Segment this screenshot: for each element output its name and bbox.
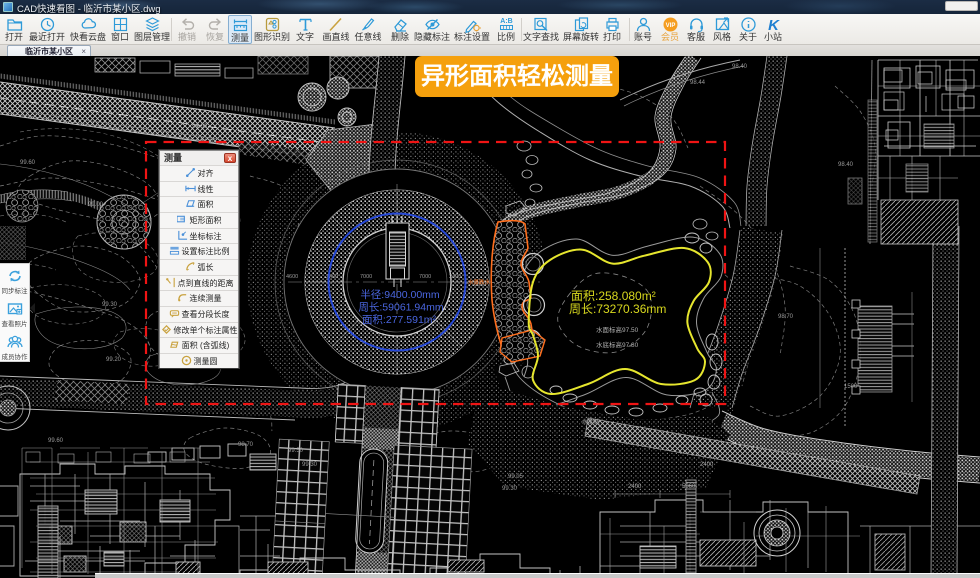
svg-text:水底标高97.80: 水底标高97.80 [596,340,639,349]
svg-text:周长:59061.94mm: 周长:59061.94mm [358,302,443,314]
svg-text:99.50: 99.50 [288,448,304,454]
svg-text:2400: 2400 [700,462,714,468]
svg-text:99.05: 99.05 [508,474,524,480]
svg-text:98.70: 98.70 [238,442,254,448]
svg-text:7000: 7000 [360,274,372,280]
svg-text:水面标高97.50: 水面标高97.50 [596,325,639,334]
svg-text:2400: 2400 [449,274,461,280]
svg-text:98.44: 98.44 [690,80,706,86]
svg-text:98.70: 98.70 [778,314,794,320]
svg-text:94.00: 94.00 [192,124,208,130]
svg-text:面积:277.591m²: 面积:277.591m² [362,314,437,326]
svg-text:98.40: 98.40 [838,162,854,168]
svg-text:4600: 4600 [286,274,298,280]
svg-text:水景跌水: 水景跌水 [468,278,491,286]
svg-text:1500: 1500 [844,384,858,390]
svg-text:面积:258.080m²: 面积:258.080m² [571,289,656,303]
svg-text:99.30: 99.30 [502,486,518,492]
svg-text:98.40: 98.40 [732,64,748,70]
svg-text:周长:73270.36mm: 周长:73270.36mm [569,302,666,316]
svg-text:VIP: VIP [665,23,675,29]
svg-text:99.00: 99.00 [88,202,104,208]
svg-text:A:B: A:B [500,18,512,25]
svg-text:99.60: 99.60 [48,438,64,444]
svg-text:99.30: 99.30 [102,302,118,308]
svg-text:5060: 5060 [682,484,696,490]
svg-text:2400: 2400 [628,484,642,490]
svg-text:99.20: 99.20 [106,357,122,363]
svg-text:99.60: 99.60 [20,160,36,166]
svg-text:99.30: 99.30 [302,462,318,468]
svg-text:K: K [768,17,780,33]
svg-text:水面线: 水面线 [582,418,600,426]
svg-text:半径:9400.00mm: 半径:9400.00mm [360,288,440,301]
svg-text:7000: 7000 [419,274,431,280]
